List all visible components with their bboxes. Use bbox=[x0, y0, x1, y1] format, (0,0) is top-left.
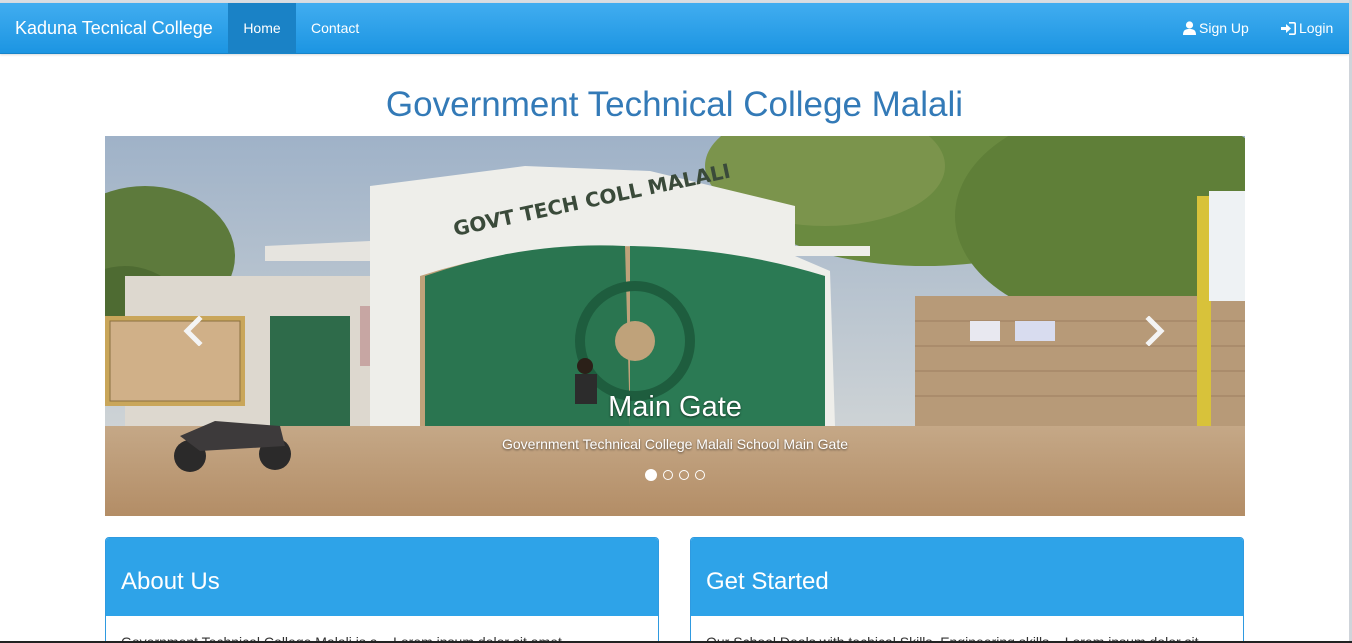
chevron-right-icon bbox=[1145, 316, 1165, 346]
login-icon bbox=[1281, 22, 1296, 35]
carousel-indicators bbox=[105, 469, 1245, 481]
carousel-prev-button[interactable] bbox=[173, 311, 213, 351]
carousel-next-button[interactable] bbox=[1135, 311, 1175, 351]
chevron-left-icon bbox=[183, 316, 203, 346]
page-title: Government Technical College Malali bbox=[385, 85, 964, 124]
about-us-heading: About Us bbox=[106, 538, 658, 616]
carousel-indicator[interactable] bbox=[663, 470, 673, 480]
carousel-indicator[interactable] bbox=[679, 470, 689, 480]
nav-contact-link[interactable]: Contact bbox=[311, 3, 359, 53]
about-us-body: Government Technical College Malali is a… bbox=[121, 634, 562, 643]
brand-link[interactable]: Kaduna Tecnical College bbox=[15, 3, 213, 53]
login-label: Login bbox=[1299, 20, 1334, 36]
carousel-indicator[interactable] bbox=[695, 470, 705, 480]
slide-title: Main Gate bbox=[608, 391, 742, 423]
navbar: Kaduna Tecnical College Home Contact Sig… bbox=[0, 3, 1349, 54]
carousel-indicator[interactable] bbox=[645, 469, 657, 481]
nav-home-link[interactable]: Home bbox=[228, 3, 296, 53]
login-link[interactable]: Login bbox=[1281, 3, 1333, 53]
main-gate-photo: GOVT TECH COLL MALALI bbox=[105, 136, 1245, 516]
user-icon bbox=[1183, 21, 1196, 35]
signup-link[interactable]: Sign Up bbox=[1183, 3, 1249, 53]
carousel-caption: Main Gate Government Technical College M… bbox=[105, 388, 1245, 452]
signup-label: Sign Up bbox=[1199, 20, 1249, 36]
get-started-heading: Get Started bbox=[691, 538, 1243, 616]
slide-caption: Government Technical College Malali Scho… bbox=[501, 436, 849, 452]
image-carousel: GOVT TECH COLL MALALI Main Gate Governme… bbox=[105, 136, 1245, 516]
about-us-panel: About Us Government Technical College Ma… bbox=[105, 537, 659, 643]
get-started-panel: Get Started Our School Deals with techic… bbox=[690, 537, 1244, 643]
get-started-body: Our School Deals with techical Skills, E… bbox=[706, 634, 1199, 643]
